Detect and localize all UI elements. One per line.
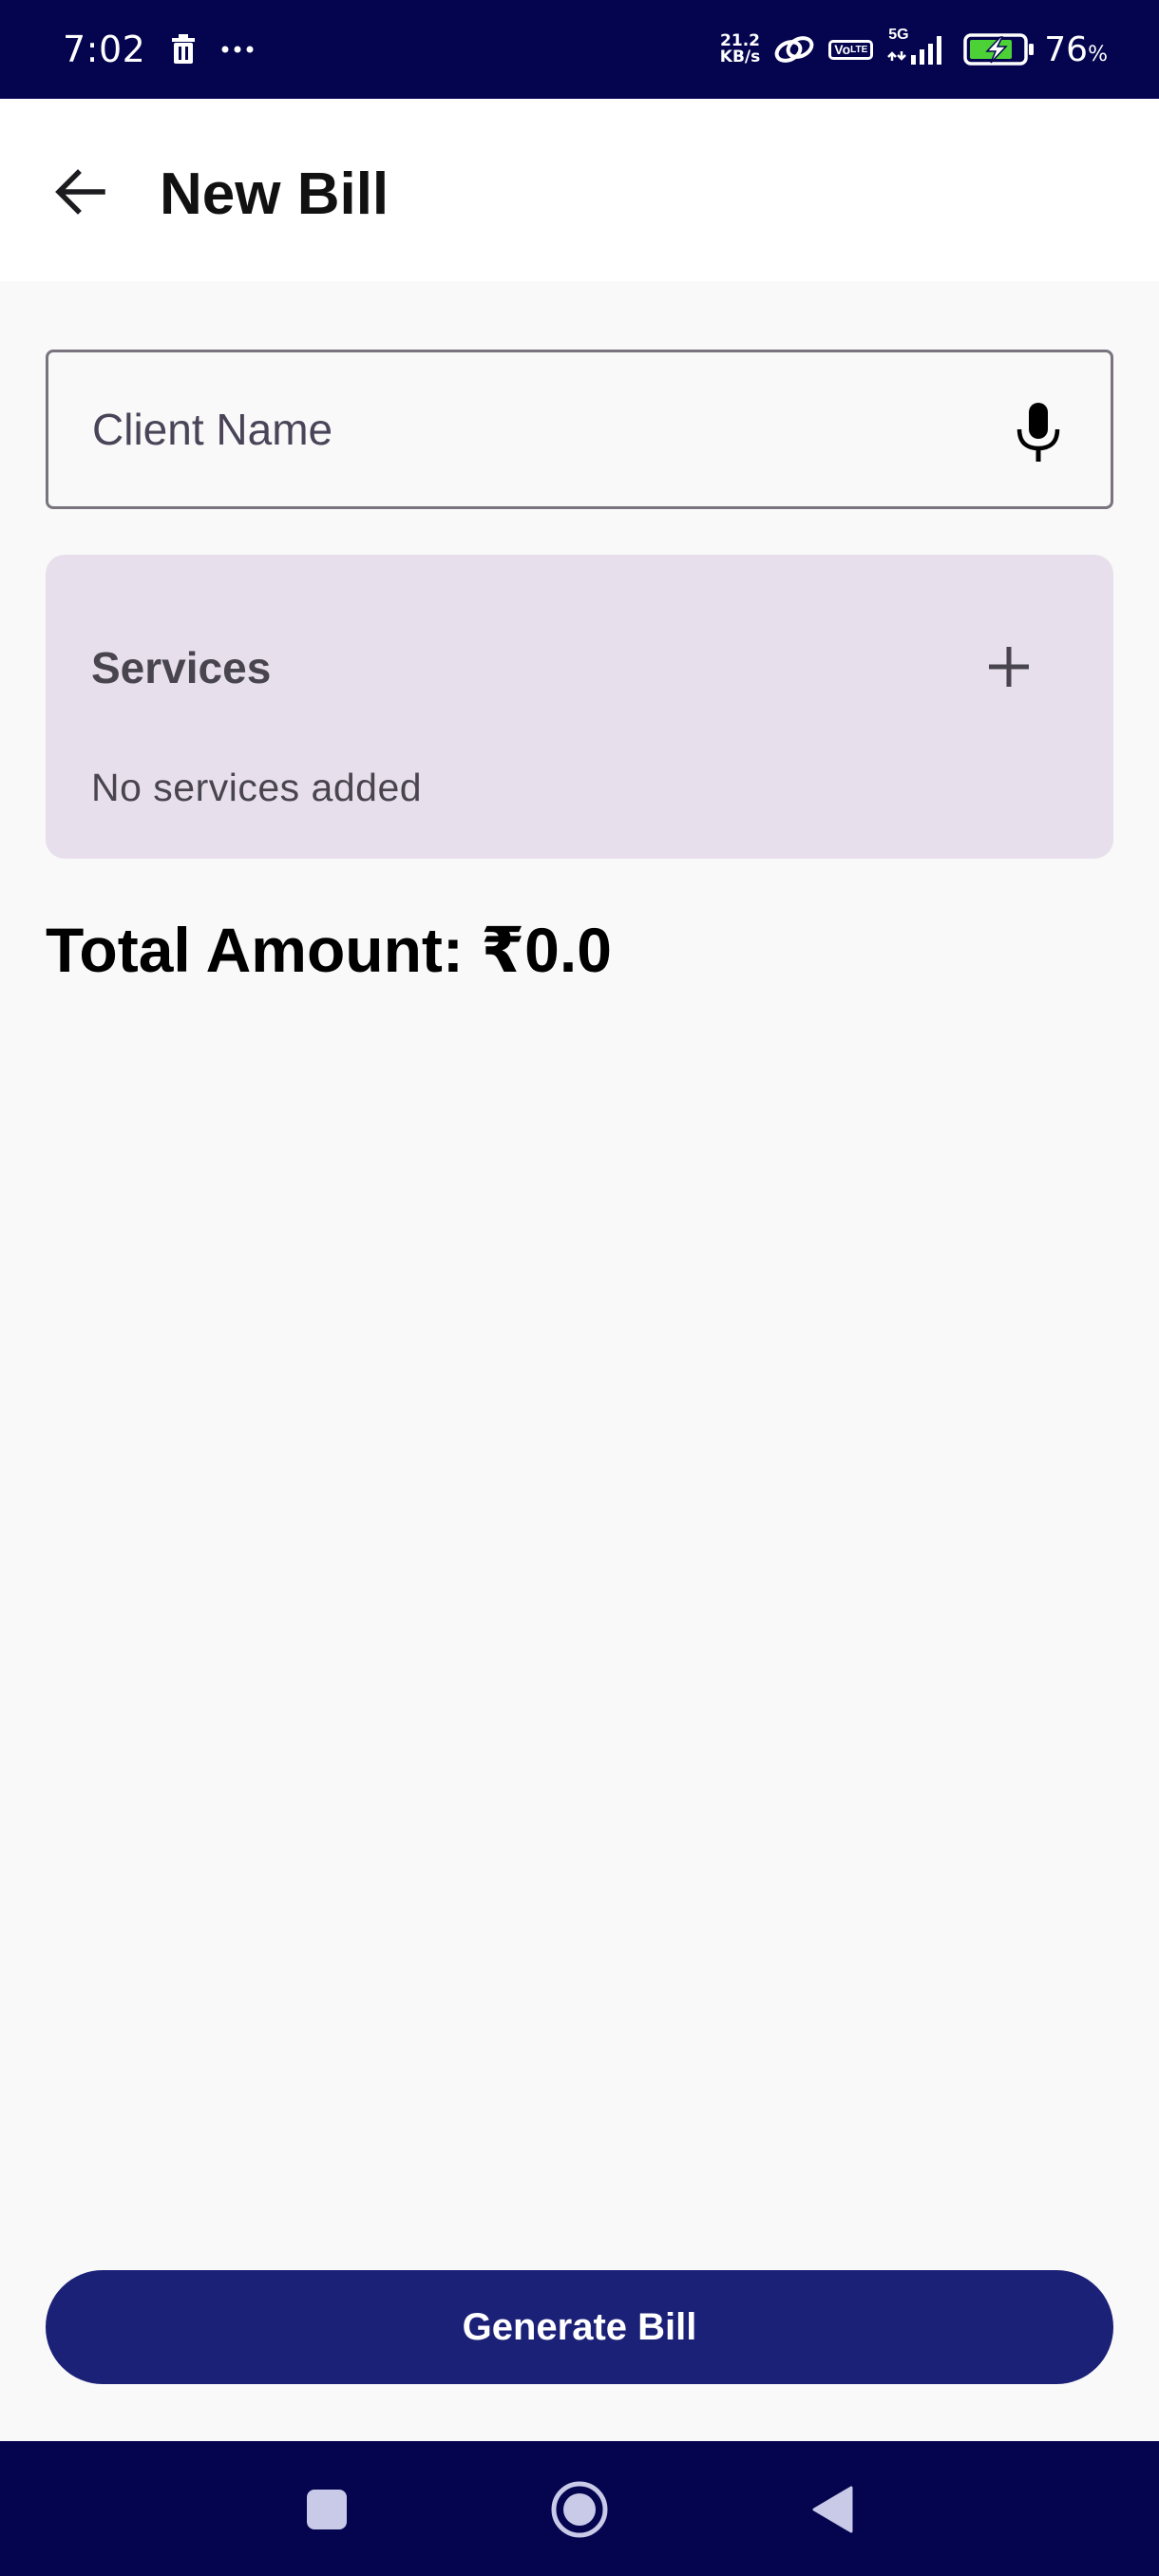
services-title: Services bbox=[91, 643, 272, 692]
voice-input-button[interactable] bbox=[1000, 394, 1076, 470]
services-empty-text: No services added bbox=[91, 766, 423, 809]
trash-icon bbox=[170, 34, 197, 65]
add-service-button[interactable] bbox=[963, 621, 1054, 712]
client-name-field[interactable] bbox=[46, 350, 1113, 509]
plus-icon bbox=[989, 647, 1029, 687]
battery-percent-unit: % bbox=[1088, 42, 1108, 66]
battery-percent: 76% bbox=[1044, 30, 1108, 69]
more-dots-icon bbox=[221, 46, 254, 53]
signal-5g-icon: 5G bbox=[886, 27, 949, 66]
net-speed-unit: KB/s bbox=[719, 47, 761, 66]
net-speed: 21.2 KB/s bbox=[720, 33, 760, 66]
volte-icon: Vo LTE bbox=[828, 39, 874, 60]
total-amount: Total Amount: ₹0.0 bbox=[46, 915, 612, 985]
client-name-input[interactable] bbox=[48, 352, 903, 506]
status-right: 21.2 KB/s Vo LTE 5G 76% bbox=[707, 27, 1108, 69]
mic-icon bbox=[1016, 403, 1060, 462]
volte-top: Vo bbox=[834, 41, 851, 57]
status-bar: 7:02 21.2 KB/s Vo LTE 5G 76% bbox=[0, 0, 1159, 99]
generate-bill-button[interactable]: Generate Bill bbox=[46, 2270, 1113, 2384]
page-title: New Bill bbox=[160, 161, 390, 227]
nav-back-button[interactable] bbox=[785, 2462, 880, 2557]
nav-home-button[interactable] bbox=[532, 2462, 627, 2557]
network-type: 5G bbox=[888, 27, 909, 43]
status-time: 7:02 bbox=[63, 28, 146, 70]
hotspot-link-icon bbox=[773, 35, 815, 64]
app-bar: New Bill bbox=[0, 99, 1159, 281]
arrow-back-icon bbox=[55, 169, 105, 215]
new-bill-screen: 7:02 21.2 KB/s Vo LTE 5G 76% New Bill Cl… bbox=[0, 0, 1159, 2576]
services-card: Services No services added bbox=[46, 555, 1113, 859]
circle-home-icon bbox=[551, 2481, 608, 2538]
status-left: 7:02 bbox=[63, 28, 254, 70]
square-recents-icon bbox=[307, 2490, 347, 2529]
system-nav-bar bbox=[0, 2441, 1159, 2576]
battery-charging-icon bbox=[962, 32, 1035, 66]
triangle-back-icon bbox=[812, 2486, 853, 2533]
back-button[interactable] bbox=[48, 160, 112, 224]
nav-recents-button[interactable] bbox=[279, 2462, 374, 2557]
volte-bottom: LTE bbox=[850, 44, 868, 55]
battery-percent-value: 76 bbox=[1044, 29, 1089, 69]
